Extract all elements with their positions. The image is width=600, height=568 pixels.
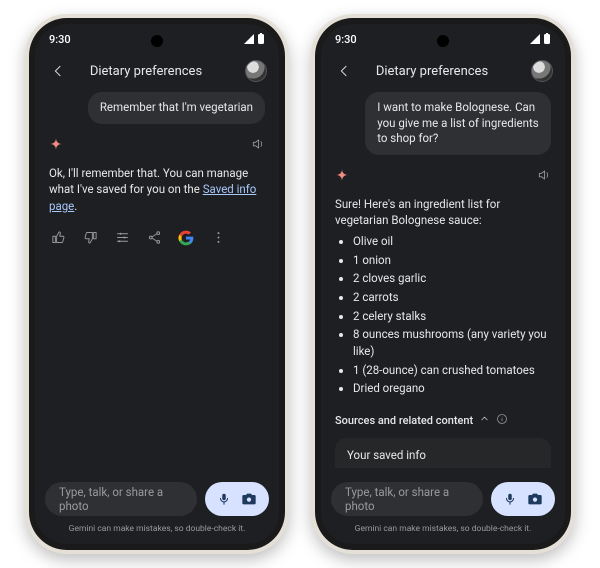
user-message-row: I want to make Bolognese. Can you give m… [335, 92, 551, 155]
info-icon[interactable] [496, 413, 508, 428]
user-bubble: I want to make Bolognese. Can you give m… [365, 92, 551, 155]
composer-actions [205, 482, 269, 516]
status-indicators [243, 33, 265, 45]
battery-icon [257, 33, 265, 45]
composer-input[interactable]: Type, talk, or share a photo [45, 482, 197, 516]
sources-toggle[interactable]: Sources and related content [335, 413, 551, 428]
response-header [49, 136, 265, 155]
signal-icon [243, 34, 255, 44]
camera-button[interactable] [527, 492, 543, 506]
user-message-row: Remember that I'm vegetarian [49, 92, 265, 124]
share-button[interactable] [145, 229, 163, 247]
ingredient-list: Olive oil 1 onion 2 cloves garlic 2 carr… [341, 233, 551, 397]
status-time: 9:30 [335, 33, 357, 46]
avatar[interactable] [245, 60, 267, 82]
gemini-spark-icon [335, 167, 349, 186]
composer: Type, talk, or share a photo [321, 468, 565, 524]
thumbs-down-button[interactable] [81, 229, 99, 247]
signal-icon [529, 34, 541, 44]
thumbs-up-button[interactable] [49, 229, 67, 247]
list-item: 2 carrots [353, 289, 551, 306]
list-item: Olive oil [353, 233, 551, 250]
saved-info-header: Your saved info [347, 448, 539, 462]
mic-button[interactable] [503, 492, 517, 506]
avatar[interactable] [531, 60, 553, 82]
more-button[interactable] [209, 229, 227, 247]
chat-content: Remember that I'm vegetarian Ok, I'll re… [35, 88, 279, 468]
screen: 9:30 Dietary preferences [321, 24, 565, 544]
status-time: 9:30 [49, 33, 71, 46]
camera-cutout [151, 35, 163, 47]
disclaimer: Gemini can make mistakes, so double-chec… [321, 524, 565, 544]
page-title: Dietary preferences [55, 64, 237, 79]
tune-button[interactable] [113, 229, 131, 247]
disclaimer: Gemini can make mistakes, so double-chec… [35, 524, 279, 544]
gemini-spark-icon [49, 136, 63, 155]
assistant-response: Ok, I'll remember that. You can manage w… [49, 165, 265, 215]
phone-left: 9:30 Dietary preferences [25, 14, 289, 554]
response-header [335, 167, 551, 186]
response-actions [49, 229, 265, 247]
assistant-response: Sure! Here's an ingredient list for vege… [335, 196, 551, 401]
chat-content: I want to make Bolognese. Can you give m… [321, 88, 565, 468]
composer-actions [491, 482, 555, 516]
sources-label: Sources and related content [335, 414, 473, 427]
list-item: 2 cloves garlic [353, 270, 551, 287]
response-text-b: . [74, 199, 77, 213]
camera-button[interactable] [241, 492, 257, 506]
response-intro: Sure! Here's an ingredient list for vege… [335, 196, 551, 229]
app-bar: Dietary preferences [321, 54, 565, 88]
camera-cutout [437, 35, 449, 47]
screen: 9:30 Dietary preferences [35, 24, 279, 544]
google-search-button[interactable] [177, 229, 195, 247]
read-aloud-button[interactable] [251, 136, 265, 155]
battery-icon [543, 33, 551, 45]
list-item: Dried oregano [353, 380, 551, 397]
page-title: Dietary preferences [341, 64, 523, 79]
status-indicators [529, 33, 551, 45]
list-item: 1 (28-ounce) can crushed tomatoes [353, 362, 551, 379]
composer: Type, talk, or share a photo [35, 468, 279, 524]
app-bar: Dietary preferences [35, 54, 279, 88]
composer-placeholder: Type, talk, or share a photo [59, 485, 183, 513]
mic-button[interactable] [217, 492, 231, 506]
list-item: 1 onion [353, 252, 551, 269]
phone-right: 9:30 Dietary preferences [311, 14, 575, 554]
user-bubble: Remember that I'm vegetarian [88, 92, 265, 124]
saved-info-card[interactable]: Your saved info Info you asked Gemini to… [335, 438, 551, 468]
read-aloud-button[interactable] [537, 167, 551, 186]
list-item: 8 ounces mushrooms (any variety you like… [353, 326, 551, 359]
composer-input[interactable]: Type, talk, or share a photo [331, 482, 483, 516]
list-item: 2 celery stalks [353, 308, 551, 325]
chevron-up-icon [479, 413, 490, 427]
composer-placeholder: Type, talk, or share a photo [345, 485, 469, 513]
